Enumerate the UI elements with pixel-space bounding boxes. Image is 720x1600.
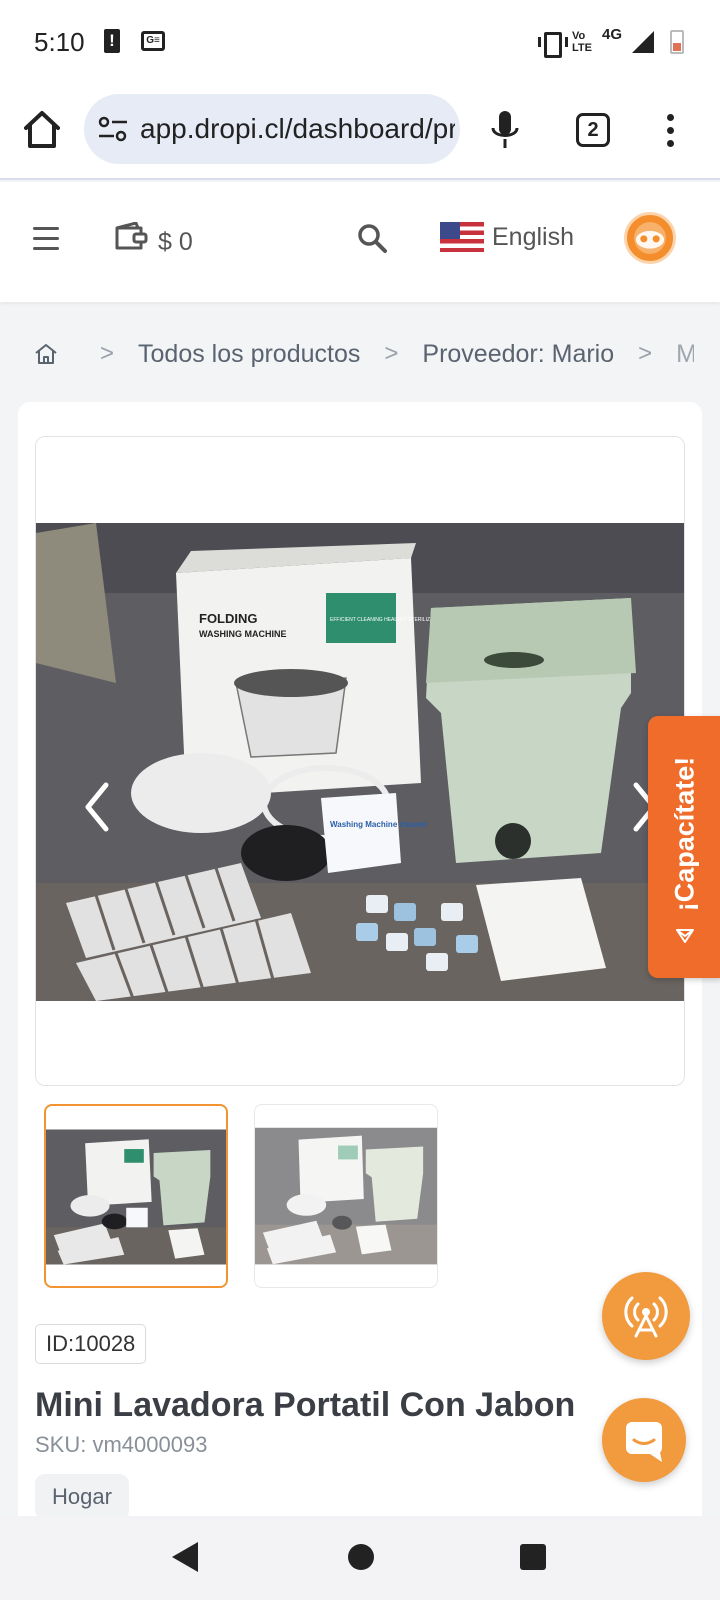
thumbnail-2[interactable] (254, 1104, 438, 1288)
chat-button[interactable] (602, 1398, 686, 1482)
breadcrumb-item-provider[interactable]: Proveedor: Mario (422, 340, 614, 369)
chevron-right-icon: > (100, 340, 115, 367)
broadcast-icon (624, 1296, 668, 1338)
category-chip[interactable]: Hogar (35, 1474, 129, 1520)
cleaner-box-text: Washing Machine cleaner (330, 820, 428, 829)
thumbnail-image (255, 1127, 437, 1265)
status-bar: 5:10 ! G≡ Vo LTE 4G (0, 0, 720, 84)
box-badge-text: EFFICIENT CLEANING HEALTHY STERILIZATION (330, 617, 445, 623)
status-indicators: Vo LTE 4G (538, 24, 684, 60)
home-circle-icon[interactable] (348, 1544, 374, 1570)
browser-toolbar: app.dropi.cl/dashboard/product-details 2 (0, 84, 720, 180)
system-nav-bar (0, 1516, 720, 1600)
app-header: $ 0 English (0, 182, 720, 302)
product-image: FOLDING WASHING MACHINE EFFICIENT CLEANI… (36, 523, 684, 1001)
broadcast-button[interactable] (602, 1272, 690, 1360)
diamond-icon (676, 929, 694, 943)
signal-icon (632, 31, 654, 53)
chevron-right-icon: > (638, 340, 653, 367)
menu-icon[interactable] (664, 114, 676, 150)
language-selector[interactable]: English (440, 222, 574, 252)
us-flag-icon (440, 222, 484, 252)
product-sku: SKU: vm4000093 (35, 1432, 208, 1457)
search-icon[interactable] (356, 222, 388, 254)
breadcrumb-item-all-products[interactable]: Todos los productos (138, 340, 360, 369)
back-icon[interactable] (172, 1542, 198, 1572)
recent-apps-icon[interactable] (520, 1544, 546, 1570)
product-card: FOLDING WASHING MACHINE EFFICIENT CLEANI… (18, 402, 702, 1600)
battery-icon (670, 30, 684, 54)
thumbnail-image (46, 1129, 226, 1265)
breadcrumb-home-icon[interactable] (34, 342, 58, 366)
volte-line-1: Vo (572, 30, 586, 42)
carousel-prev-button[interactable] (76, 777, 116, 837)
training-side-tab[interactable]: ¡Capacítate! (648, 716, 720, 978)
microphone-icon[interactable] (488, 108, 522, 152)
chevron-right-icon: > (384, 340, 399, 367)
breadcrumb-current: Mini Lavadora Portatil Con Jabon (676, 339, 694, 368)
side-tab-label: ¡Capacítate! (669, 756, 700, 912)
vibrate-icon (538, 32, 569, 58)
product-title: Mini Lavadora Portatil Con Jabon (35, 1386, 576, 1424)
product-image-carousel[interactable]: FOLDING WASHING MACHINE EFFICIENT CLEANI… (35, 436, 685, 1086)
hamburger-menu-icon[interactable] (33, 227, 59, 250)
wallet-balance[interactable]: $ 0 (158, 228, 193, 257)
url-text[interactable]: app.dropi.cl/dashboard/product-details (140, 113, 455, 145)
language-label: English (492, 222, 574, 251)
status-time: 5:10 (34, 27, 85, 57)
product-id-badge: ID:10028 (35, 1324, 147, 1364)
site-settings-icon[interactable] (98, 116, 128, 142)
wallet-icon[interactable] (114, 222, 148, 250)
home-icon[interactable] (22, 108, 62, 152)
volte-line-2: LTE (572, 42, 592, 54)
network-type: 4G (601, 26, 622, 43)
alert-icon: ! (104, 29, 120, 53)
news-icon: G≡ (141, 31, 165, 51)
thumbnail-1[interactable] (44, 1104, 228, 1288)
breadcrumb: > Todos los productos > Proveedor: Mario… (34, 334, 694, 374)
tab-switcher-button[interactable]: 2 (576, 113, 610, 147)
box-title-1: FOLDING (199, 611, 258, 626)
url-bar[interactable]: app.dropi.cl/dashboard/product-details (84, 94, 460, 164)
avatar[interactable] (624, 212, 676, 264)
chat-icon (626, 1422, 662, 1462)
volte-indicator: Vo LTE (572, 30, 592, 54)
box-title-2: WASHING MACHINE (199, 629, 287, 639)
